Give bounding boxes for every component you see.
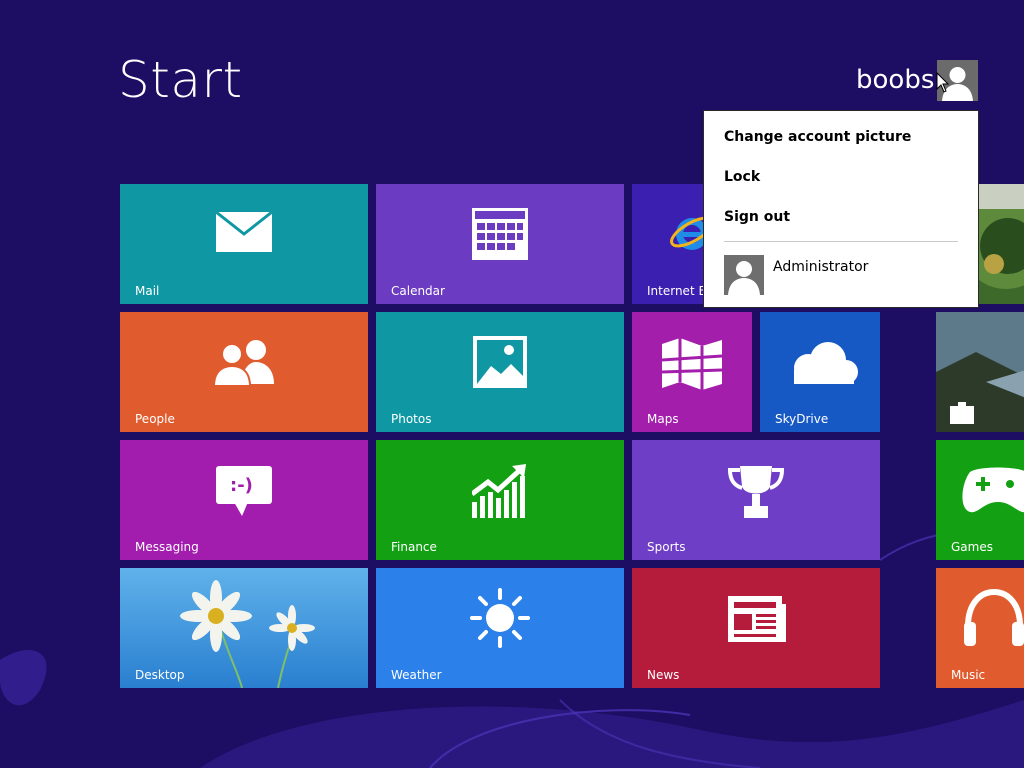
tile-music[interactable]: Music	[936, 568, 1024, 688]
tile-label: Maps	[647, 412, 679, 426]
newspaper-icon	[728, 596, 786, 642]
tile-label: Desktop	[135, 668, 185, 682]
message-smiley-icon: :-)	[216, 466, 272, 516]
user-silhouette-icon	[728, 261, 760, 295]
people-icon	[212, 340, 274, 386]
tile-finance[interactable]: Finance	[376, 440, 624, 560]
svg-text::-): :-)	[230, 475, 253, 496]
tile-label: Calendar	[391, 284, 445, 298]
tile-messaging[interactable]: :-) Messaging	[120, 440, 368, 560]
administrator-avatar[interactable]	[724, 255, 764, 295]
tile-news[interactable]: News	[632, 568, 880, 688]
tile-label: Mail	[135, 284, 160, 298]
tile-label: People	[135, 412, 175, 426]
tile-games[interactable]: Games	[936, 440, 1024, 560]
game-controller-icon	[962, 467, 1024, 513]
chart-up-icon	[472, 464, 526, 518]
tile-sports[interactable]: Sports	[632, 440, 880, 560]
trophy-icon	[728, 466, 784, 518]
tile-skydrive[interactable]: SkyDrive	[760, 312, 880, 432]
map-icon	[662, 338, 722, 390]
travel-suitcase-icon	[936, 312, 1024, 432]
tile-label: News	[647, 668, 680, 682]
start-title: Start	[118, 51, 243, 109]
headphones-icon	[964, 588, 1024, 646]
tile-people[interactable]: People	[120, 312, 368, 432]
tile-weather[interactable]: Weather	[376, 568, 624, 688]
tile-label: Weather	[391, 668, 442, 682]
change-account-picture-item[interactable]: Change account picture	[724, 127, 911, 147]
administrator-item[interactable]: Administrator	[773, 258, 868, 276]
tile-label: Finance	[391, 540, 437, 554]
user-name[interactable]: boobs	[856, 62, 934, 98]
photos-icon	[473, 336, 527, 388]
account-menu: Change account picture Lock Sign out Adm…	[703, 110, 979, 308]
tile-travel[interactable]	[936, 312, 1024, 432]
sun-icon	[470, 588, 530, 648]
lock-item[interactable]: Lock	[724, 167, 760, 187]
tile-label: Messaging	[135, 540, 199, 554]
tile-label: Photos	[391, 412, 432, 426]
menu-divider	[724, 241, 958, 242]
tile-label: Games	[951, 540, 993, 554]
tile-maps[interactable]: Maps	[632, 312, 752, 432]
tile-label: Sports	[647, 540, 686, 554]
tile-calendar[interactable]: Calendar	[376, 184, 624, 304]
tile-desktop[interactable]: Desktop	[120, 568, 368, 688]
mouse-cursor-icon	[936, 72, 950, 93]
mail-icon	[216, 212, 272, 252]
tile-label: SkyDrive	[775, 412, 829, 426]
tile-label: Music	[951, 668, 986, 682]
cloud-icon	[794, 342, 858, 384]
calendar-icon	[472, 208, 528, 260]
tile-mail[interactable]: Mail	[120, 184, 368, 304]
tile-photos[interactable]: Photos	[376, 312, 624, 432]
sign-out-item[interactable]: Sign out	[724, 207, 790, 227]
